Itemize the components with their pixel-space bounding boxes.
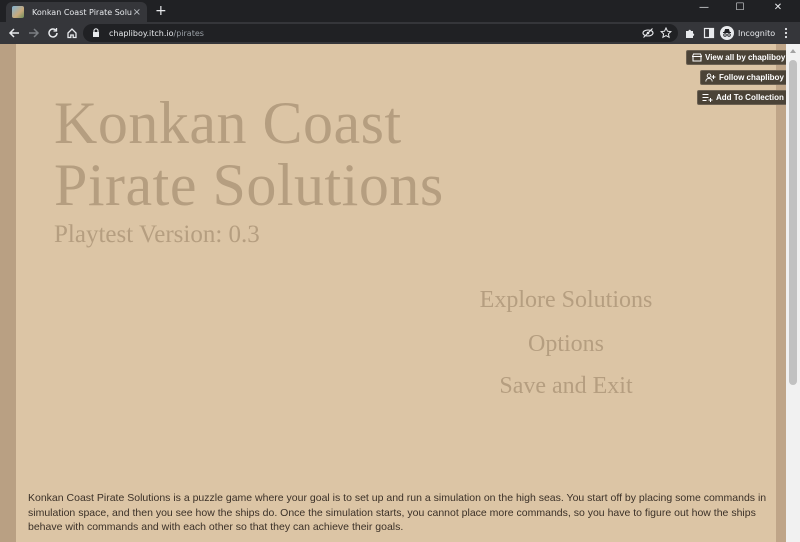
- browser-toolbar: chapliboy.itch.io/pirates Incognito: [0, 22, 800, 44]
- bookmark-star-icon[interactable]: [658, 25, 674, 41]
- back-icon[interactable]: [6, 25, 22, 41]
- game-title-line-2: Pirate Solutions: [54, 152, 444, 218]
- browser-tab[interactable]: Konkan Coast Pirate Solutions (p ×: [6, 2, 147, 22]
- reload-icon[interactable]: [45, 25, 61, 41]
- extensions-icon[interactable]: [682, 25, 698, 41]
- address-bar[interactable]: chapliboy.itch.io/pirates: [83, 24, 678, 42]
- url-host: chapliboy.itch.io: [109, 28, 174, 38]
- tab-title: Konkan Coast Pirate Solutions (p: [32, 7, 132, 17]
- close-window-button[interactable]: ✕: [758, 0, 798, 14]
- tracking-protection-icon[interactable]: [640, 25, 656, 41]
- tab-close-icon[interactable]: ×: [133, 7, 141, 18]
- incognito-indicator[interactable]: Incognito: [720, 25, 775, 41]
- page-viewport: Konkan Coast Pirate Solutions Playtest V…: [0, 44, 800, 542]
- game-title: Konkan Coast Pirate Solutions: [54, 92, 444, 216]
- menu-options[interactable]: Options: [456, 331, 676, 358]
- menu-save-and-exit[interactable]: Save and Exit: [456, 373, 676, 400]
- store-icon: [691, 53, 702, 63]
- incognito-icon: [720, 26, 734, 40]
- scrollbar-thumb[interactable]: [789, 60, 797, 385]
- menu-kebab-icon[interactable]: [778, 25, 794, 41]
- maximize-button[interactable]: ☐: [720, 0, 760, 14]
- tab-strip: Konkan Coast Pirate Solutions (p × + — ☐…: [0, 0, 800, 22]
- game-description: Konkan Coast Pirate Solutions is a puzzl…: [28, 492, 767, 533]
- follow-button[interactable]: Follow chapliboy: [700, 70, 789, 85]
- follow-label: Follow chapliboy: [719, 73, 784, 82]
- add-collection-icon: [702, 93, 713, 103]
- url-path: /pirates: [173, 28, 204, 38]
- vertical-scrollbar[interactable]: [786, 44, 800, 542]
- minimize-button[interactable]: —: [684, 0, 724, 14]
- scroll-up-icon[interactable]: [789, 47, 797, 55]
- view-all-label: View all by chapliboy: [705, 53, 786, 62]
- favicon-icon: [12, 6, 24, 18]
- new-tab-button[interactable]: +: [155, 3, 167, 19]
- home-icon[interactable]: [64, 25, 80, 41]
- follow-user-icon: [705, 73, 716, 83]
- lock-icon[interactable]: [91, 28, 101, 38]
- page-margin: [0, 44, 16, 542]
- incognito-label: Incognito: [738, 28, 776, 38]
- menu-explore-solutions[interactable]: Explore Solutions: [456, 287, 676, 314]
- forward-icon[interactable]: [26, 25, 42, 41]
- version-label: Playtest Version: 0.3: [54, 221, 260, 248]
- add-collection-label: Add To Collection: [716, 93, 784, 102]
- view-all-button[interactable]: View all by chapliboy: [686, 50, 791, 65]
- game-title-line-1: Konkan Coast: [54, 90, 402, 156]
- add-to-collection-button[interactable]: Add To Collection: [697, 90, 789, 105]
- game-canvas[interactable]: Konkan Coast Pirate Solutions Playtest V…: [16, 44, 776, 542]
- url-text[interactable]: chapliboy.itch.io/pirates: [109, 29, 204, 38]
- reading-list-icon[interactable]: [701, 25, 717, 41]
